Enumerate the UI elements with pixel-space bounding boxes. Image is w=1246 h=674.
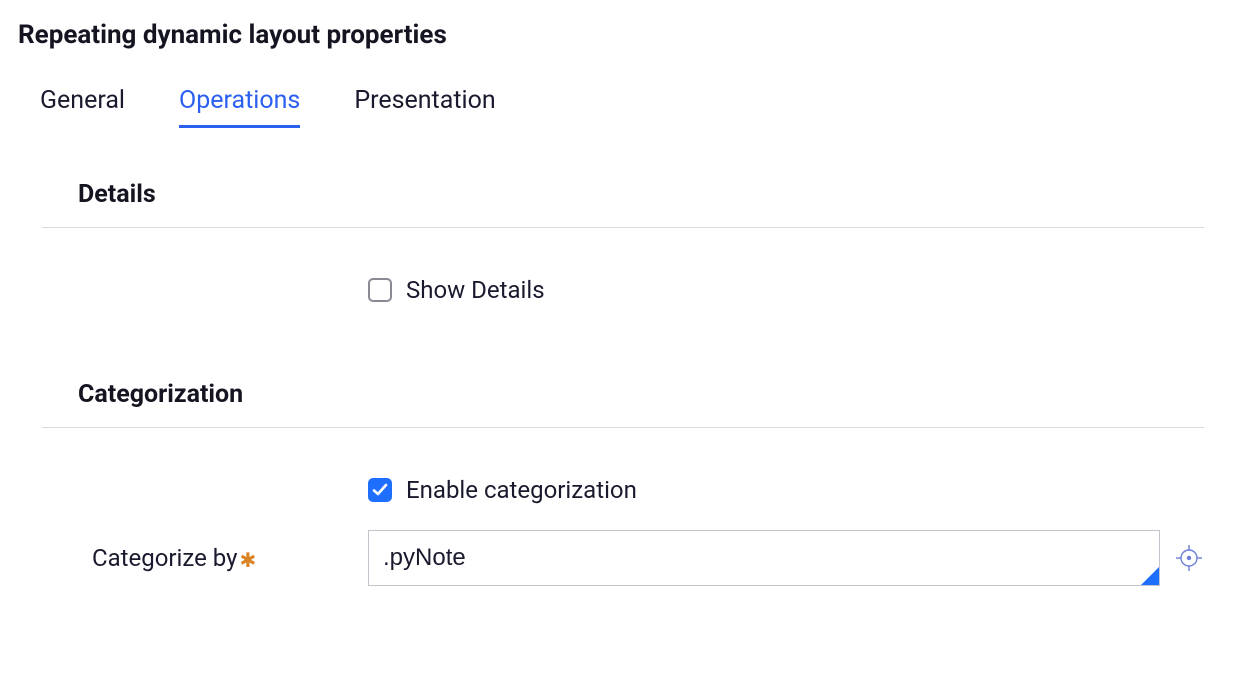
page-title: Repeating dynamic layout properties — [18, 20, 1228, 50]
tab-bar: General Operations Presentation — [18, 86, 1228, 128]
categorize-by-input[interactable] — [368, 530, 1160, 586]
show-details-checkbox[interactable] — [368, 278, 392, 302]
enable-categorization-checkbox[interactable] — [368, 478, 392, 502]
tab-operations[interactable]: Operations — [179, 86, 300, 128]
tab-general[interactable]: General — [40, 86, 125, 128]
crosshair-icon[interactable] — [1174, 543, 1204, 573]
section-details: Details Show Details — [42, 180, 1204, 380]
section-categorization: Categorization Enable categorization Cat… — [42, 380, 1204, 654]
show-details-label[interactable]: Show Details — [406, 276, 545, 304]
tab-presentation[interactable]: Presentation — [354, 86, 495, 128]
section-details-heading: Details — [42, 180, 1204, 228]
categorize-by-label: Categorize by — [92, 544, 238, 572]
section-categorization-heading: Categorization — [42, 380, 1204, 428]
required-indicator-icon: ✱ — [240, 548, 257, 572]
enable-categorization-label[interactable]: Enable categorization — [406, 476, 637, 504]
